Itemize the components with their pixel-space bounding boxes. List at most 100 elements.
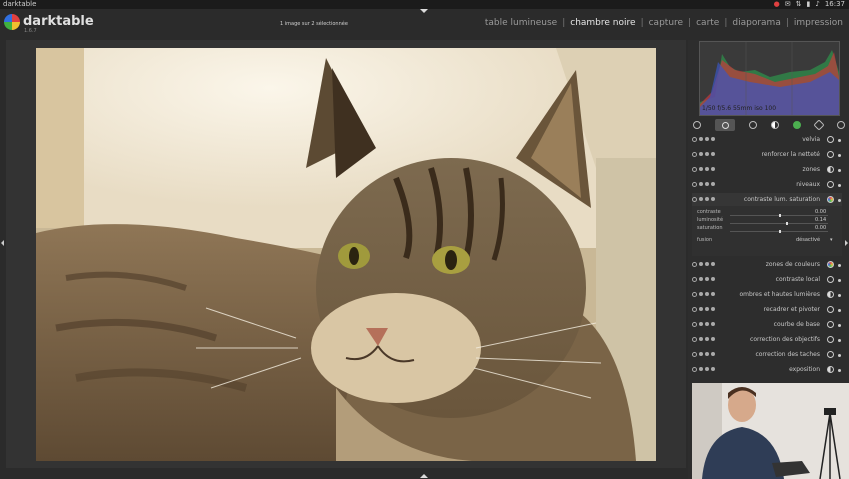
module-expand-dot-icon[interactable] [838,154,841,157]
module-power-icon[interactable] [692,277,697,282]
module-presets-icon[interactable] [699,352,703,356]
module-expand-dot-icon[interactable] [838,139,841,142]
module-power-icon[interactable] [692,262,697,267]
brightness-slider[interactable] [730,223,828,224]
module-reset-icon[interactable] [705,352,709,356]
module-reset-icon[interactable] [705,137,709,141]
battery-icon[interactable]: ▮ [806,0,810,9]
module-presets-icon[interactable] [699,167,703,171]
module-multi-instance-icon[interactable] [711,292,715,296]
module-multi-instance-icon[interactable] [711,262,715,266]
module-8[interactable]: recadrer et pivoter [692,303,842,317]
brightness-slider-marker[interactable] [785,222,788,225]
view-tab-print[interactable]: impression [794,18,843,28]
module-presets-icon[interactable] [699,262,703,266]
view-tab-slideshow[interactable]: diaporama [732,18,780,28]
module-reset-icon[interactable] [705,307,709,311]
module-presets-icon[interactable] [699,277,703,281]
view-tab-darkroom[interactable]: chambre noire [570,18,635,28]
module-reset-icon[interactable] [705,337,709,341]
module-power-icon[interactable] [692,137,697,142]
view-tab-tethering[interactable]: capture [649,18,683,28]
module-expand-dot-icon[interactable] [838,294,841,297]
module-power-icon[interactable] [692,197,697,202]
module-reset-icon[interactable] [705,277,709,281]
module-expand-dot-icon[interactable] [838,169,841,172]
collapse-top-panel-icon[interactable] [420,9,428,13]
tone-group-icon[interactable] [749,121,757,129]
module-multi-instance-icon[interactable] [711,352,715,356]
module-presets-icon[interactable] [699,367,703,371]
module-power-icon[interactable] [692,367,697,372]
module-0[interactable]: velvia [692,133,842,147]
module-7[interactable]: ombres et hautes lumières [692,288,842,302]
module-reset-icon[interactable] [705,152,709,156]
module-expand-dot-icon[interactable] [838,264,841,267]
module-expand-dot-icon[interactable] [838,339,841,342]
module-presets-icon[interactable] [699,152,703,156]
param-contrast-value[interactable]: 0.00 [815,209,826,215]
module-9[interactable]: courbe de base [692,318,842,332]
module-presets-icon[interactable] [699,137,703,141]
module-6[interactable]: contraste local [692,273,842,287]
module-power-icon[interactable] [692,307,697,312]
module-reset-icon[interactable] [705,197,709,201]
module-power-icon[interactable] [692,352,697,357]
module-power-icon[interactable] [692,322,697,327]
module-5[interactable]: zones de couleurs [692,258,842,272]
module-11[interactable]: correction des taches [692,348,842,362]
chevron-down-icon[interactable]: ▾ [830,237,833,243]
module-presets-icon[interactable] [699,182,703,186]
module-multi-instance-icon[interactable] [711,197,715,201]
param-saturation-value[interactable]: 0.00 [815,225,826,231]
basic-group-icon[interactable] [715,119,735,131]
module-multi-instance-icon[interactable] [711,322,715,326]
module-reset-icon[interactable] [705,367,709,371]
module-expand-dot-icon[interactable] [838,199,841,202]
fusion-dropdown[interactable]: désactivé [796,237,820,243]
module-expand-dot-icon[interactable] [838,309,841,312]
module-power-icon[interactable] [692,152,697,157]
module-reset-icon[interactable] [705,167,709,171]
correction-group-icon[interactable] [793,121,801,129]
param-brightness-value[interactable]: 0.14 [815,217,826,223]
module-1[interactable]: renforcer la netteté [692,148,842,162]
camera-icon[interactable]: ● [774,0,780,9]
network-icon[interactable]: ⇅ [796,0,802,9]
volume-icon[interactable]: ♪ [815,0,819,9]
module-power-icon[interactable] [692,182,697,187]
module-multi-instance-icon[interactable] [711,152,715,156]
module-3[interactable]: niveaux [692,178,842,192]
module-multi-instance-icon[interactable] [711,137,715,141]
module-10[interactable]: correction des objectifs [692,333,842,347]
module-multi-instance-icon[interactable] [711,367,715,371]
module-presets-icon[interactable] [699,197,703,201]
module-expand-dot-icon[interactable] [838,354,841,357]
saturation-slider-marker[interactable] [779,230,781,233]
module-reset-icon[interactable] [705,262,709,266]
module-multi-instance-icon[interactable] [711,167,715,171]
module-expand-dot-icon[interactable] [838,369,841,372]
module-expand-dot-icon[interactable] [838,279,841,282]
collapse-right-panel-icon[interactable] [845,240,848,246]
module-presets-icon[interactable] [699,292,703,296]
mail-icon[interactable]: ✉ [785,0,791,9]
module-2[interactable]: zones [692,163,842,177]
clock[interactable]: 16:37 [825,0,845,9]
module-12[interactable]: exposition [692,363,842,377]
collapse-left-panel-icon[interactable] [1,240,4,246]
module-multi-instance-icon[interactable] [711,277,715,281]
module-4[interactable]: contraste lum. saturation [692,193,842,207]
effect-group-icon[interactable] [813,119,825,131]
view-tab-map[interactable]: carte [696,18,719,28]
view-tab-lighttable[interactable]: table lumineuse [485,18,557,28]
module-power-icon[interactable] [692,292,697,297]
module-multi-instance-icon[interactable] [711,307,715,311]
module-presets-icon[interactable] [699,322,703,326]
favorites-group-icon[interactable] [693,121,701,129]
module-expand-dot-icon[interactable] [838,184,841,187]
cat-photo[interactable] [36,48,656,461]
module-power-icon[interactable] [692,167,697,172]
module-presets-icon[interactable] [699,307,703,311]
module-reset-icon[interactable] [705,292,709,296]
